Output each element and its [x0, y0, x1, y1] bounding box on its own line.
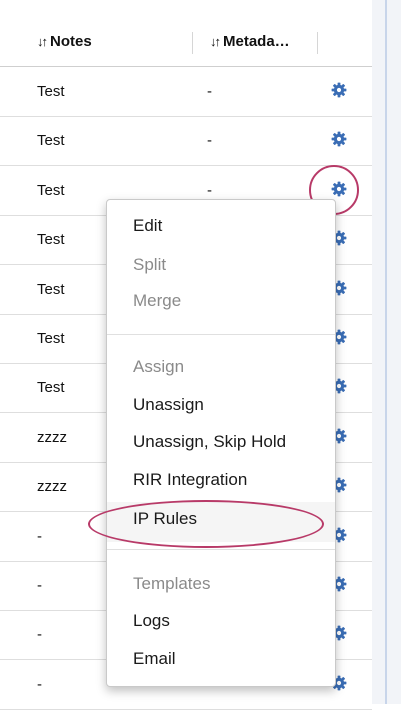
side-panel: [372, 0, 401, 704]
cell-notes: Test: [37, 231, 65, 249]
menu-item-assign[interactable]: Assign: [133, 357, 184, 377]
cell-notes: -: [37, 675, 42, 693]
column-header-notes-label: Notes: [50, 33, 92, 50]
menu-item-unassign-skip-hold[interactable]: Unassign, Skip Hold: [133, 432, 286, 452]
menu-item-email[interactable]: Email: [133, 649, 176, 669]
menu-item-edit[interactable]: Edit: [133, 216, 162, 236]
gear-icon[interactable]: [331, 82, 347, 98]
menu-item-merge[interactable]: Merge: [133, 291, 181, 311]
panel-border: [385, 0, 387, 704]
cell-notes: Test: [37, 330, 65, 347]
row-actions-menu: Edit Split Merge Assign Unassign Unassig…: [106, 199, 336, 687]
cell-metadata: -: [207, 83, 212, 100]
cell-notes: -: [37, 577, 42, 594]
column-header-metadata-label: Metada…: [223, 33, 290, 50]
table-header: ↓↑ Notes ↓↑ Metada…: [0, 20, 372, 67]
table-row[interactable]: Test -: [0, 116, 372, 167]
cell-metadata: -: [207, 181, 212, 199]
cell-notes: Test: [37, 280, 65, 298]
cell-notes: Test: [37, 132, 65, 150]
menu-item-rir-integration[interactable]: RIR Integration: [133, 470, 247, 490]
cell-notes: Test: [37, 379, 65, 397]
annotation-circle-ip-rules: [88, 500, 324, 548]
cell-notes: zzzz: [37, 478, 67, 496]
column-divider[interactable]: [317, 32, 318, 54]
cell-notes: zzzz: [37, 428, 67, 446]
table-row[interactable]: Test -: [0, 67, 372, 117]
menu-item-templates[interactable]: Templates: [133, 574, 210, 594]
cell-metadata: -: [207, 132, 212, 150]
menu-item-split[interactable]: Split: [133, 255, 166, 275]
menu-divider: [107, 549, 335, 550]
sort-icon: ↓↑: [210, 34, 221, 49]
cell-notes: Test: [37, 181, 65, 199]
cell-notes: -: [37, 626, 42, 644]
menu-item-unassign[interactable]: Unassign: [133, 395, 204, 415]
column-header-metadata[interactable]: ↓↑ Metada…: [210, 33, 290, 50]
gear-icon[interactable]: [331, 131, 347, 147]
sort-icon: ↓↑: [37, 34, 48, 49]
cell-notes: Test: [37, 83, 65, 100]
menu-divider: [107, 334, 335, 335]
cell-notes: -: [37, 527, 42, 545]
column-header-notes[interactable]: ↓↑ Notes: [37, 33, 92, 50]
column-divider[interactable]: [192, 32, 193, 54]
menu-item-logs[interactable]: Logs: [133, 611, 170, 631]
